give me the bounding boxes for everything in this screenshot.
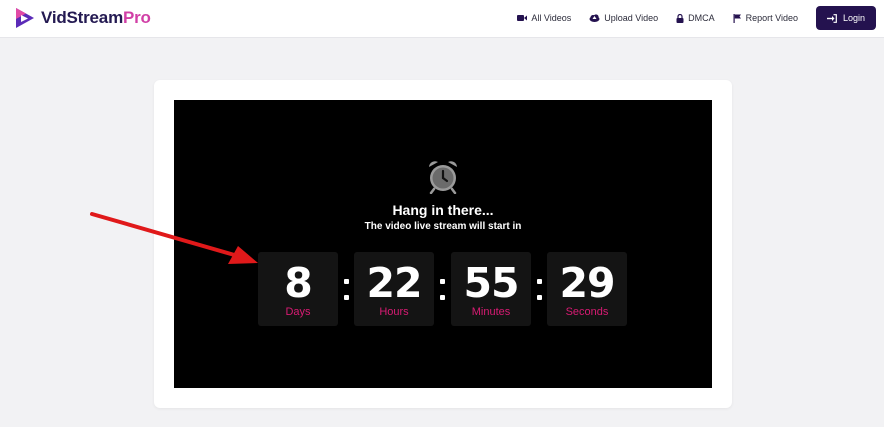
countdown-seconds-value: 29: [559, 259, 615, 307]
countdown-minutes-value: 55: [463, 259, 519, 307]
nav-report-video-label: Report Video: [745, 13, 798, 23]
annotation-arrow: [90, 212, 258, 264]
countdown-separator: [439, 274, 447, 304]
countdown-seconds: 29 Seconds: [547, 252, 627, 326]
cloud-upload-icon: [589, 14, 600, 22]
brand-name: VidStreamPro: [41, 8, 151, 27]
brand-logo[interactable]: VidStreamPro: [14, 7, 151, 29]
flag-icon: [733, 13, 742, 23]
nav-dmca[interactable]: DMCA: [676, 13, 715, 23]
countdown-hours-value: 22: [366, 259, 422, 307]
nav-upload-video-label: Upload Video: [604, 13, 659, 23]
countdown-days-value: 8: [284, 259, 313, 307]
countdown-days-label: Days: [285, 306, 311, 318]
countdown-separator: [536, 274, 544, 304]
countdown-hours: 22 Hours: [354, 252, 434, 326]
login-icon: [826, 13, 837, 23]
nav-report-video[interactable]: Report Video: [733, 13, 798, 23]
login-button[interactable]: Login: [816, 6, 876, 30]
nav-upload-video[interactable]: Upload Video: [589, 13, 658, 23]
alarm-clock-icon: [429, 161, 457, 194]
top-navbar: VidStreamPro All Videos Upload Video DMC…: [0, 0, 884, 38]
nav-all-videos-label: All Videos: [531, 13, 572, 23]
countdown-hours-label: Hours: [379, 306, 409, 318]
lock-icon: [676, 13, 684, 23]
countdown-separator: [343, 274, 351, 304]
play-logo-icon: [16, 8, 34, 28]
countdown-seconds-label: Seconds: [565, 306, 609, 318]
countdown-minutes: 55 Minutes: [451, 252, 531, 326]
main-nav: All Videos Upload Video DMCA Report Vide…: [517, 6, 876, 30]
login-label: Login: [842, 13, 866, 23]
nav-all-videos[interactable]: All Videos: [517, 13, 571, 23]
countdown-days: 8 Days: [258, 252, 338, 326]
countdown-minutes-label: Minutes: [471, 306, 511, 318]
nav-dmca-label: DMCA: [688, 13, 715, 23]
video-icon: [517, 14, 528, 22]
